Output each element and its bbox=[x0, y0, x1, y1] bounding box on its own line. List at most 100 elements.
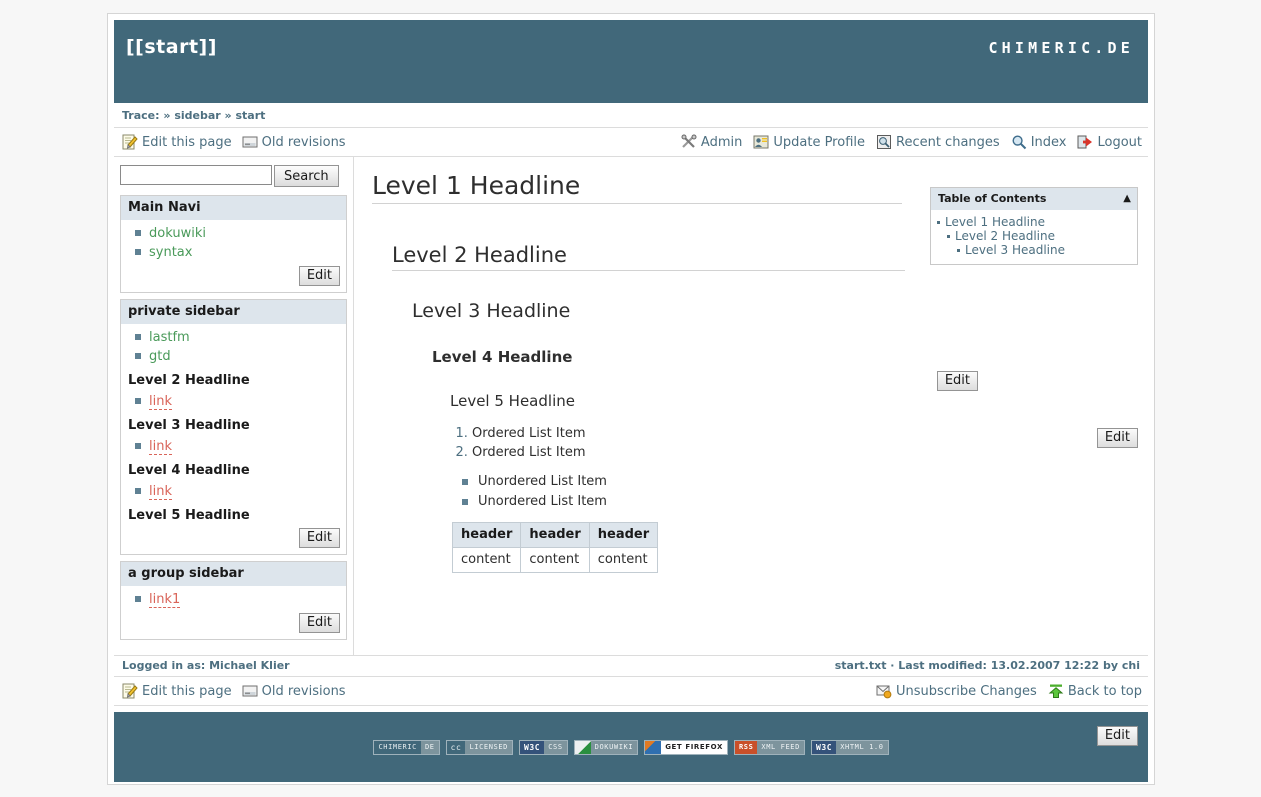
breadcrumb-separator-0: » bbox=[163, 109, 171, 122]
sidebar-edit-row-group: Edit bbox=[121, 609, 346, 635]
section-edit-button-2[interactable]: Edit bbox=[1096, 428, 1138, 448]
logout-link[interactable]: Logout bbox=[1077, 134, 1142, 150]
w3c-xhtml-badge-left: W3C bbox=[811, 740, 837, 754]
search-input[interactable] bbox=[120, 165, 272, 185]
edit-button-private-sidebar[interactable]: Edit bbox=[298, 528, 340, 548]
unsubscribe-changes-link[interactable]: Unsubscribe Changes bbox=[876, 683, 1037, 699]
section-edit-button-1[interactable]: Edit bbox=[936, 371, 978, 391]
headline-level-2: Level 2 Headline bbox=[392, 243, 905, 271]
table-header-row: header header header bbox=[451, 522, 659, 548]
w3c-css-badge-left: W3C bbox=[519, 740, 545, 754]
list-item: Ordered List Item bbox=[472, 443, 1136, 462]
sidebar-link-list-level-3: link bbox=[121, 437, 346, 456]
edit-page-icon bbox=[122, 683, 138, 699]
sidebar-box-group-sidebar: a group sidebar link1 Edit bbox=[120, 561, 347, 640]
unsubscribe-mail-icon bbox=[876, 683, 892, 699]
footer-badge-band: CHIMERIC DE cc LICENSED W3C CSS DOKUWIKI… bbox=[114, 712, 1148, 782]
rss-xml-feed-badge-left: RSS bbox=[734, 740, 758, 754]
edit-this-page-link-bottom[interactable]: Edit this page bbox=[122, 683, 232, 699]
list-item: Unordered List Item bbox=[462, 472, 1136, 492]
rss-xml-feed-badge[interactable]: RSS XML FEED bbox=[733, 739, 805, 755]
recent-changes-icon bbox=[876, 134, 892, 150]
sidebar-link-syntax[interactable]: syntax bbox=[149, 245, 192, 260]
chimeric-de-badge-left: CHIMERIC bbox=[374, 740, 421, 754]
list-item: lastfm bbox=[135, 328, 346, 347]
edit-this-page-label-top: Edit this page bbox=[142, 134, 232, 150]
get-firefox-badge-right: GET FIREFOX bbox=[661, 740, 727, 754]
edit-this-page-link-top[interactable]: Edit this page bbox=[122, 134, 232, 150]
unordered-list: Unordered List Item Unordered List Item bbox=[462, 472, 1136, 512]
dokuwiki-logo-icon bbox=[574, 740, 591, 754]
toc-list: Level 1 Headline Level 2 Headline Level … bbox=[937, 216, 1131, 257]
table-of-contents: Table of Contents ▲ Level 1 Headline Lev… bbox=[930, 187, 1138, 265]
rss-xml-feed-badge-right: XML FEED bbox=[757, 740, 804, 754]
sidebar-link-level-2[interactable]: link bbox=[149, 394, 172, 410]
admin-link[interactable]: Admin bbox=[681, 134, 742, 150]
unsubscribe-changes-label: Unsubscribe Changes bbox=[895, 683, 1037, 699]
breadcrumb-separator-1: » bbox=[224, 109, 232, 122]
dokuwiki-badge[interactable]: DOKUWIKI bbox=[573, 739, 639, 755]
logout-label: Logout bbox=[1097, 134, 1142, 150]
list-item: link bbox=[135, 392, 346, 411]
w3c-css-badge-right: CSS bbox=[544, 740, 567, 754]
sidebar-link-level-3[interactable]: link bbox=[149, 439, 172, 455]
toc-header[interactable]: Table of Contents ▲ bbox=[931, 188, 1137, 210]
back-to-top-link[interactable]: Back to top bbox=[1048, 683, 1142, 699]
chimeric-de-badge-right: DE bbox=[420, 740, 439, 754]
chevron-up-icon[interactable]: ▲ bbox=[1123, 193, 1131, 204]
top-action-bar: Edit this page Old revisions Admin Updat… bbox=[114, 128, 1148, 157]
list-item: link bbox=[135, 437, 346, 456]
sidebar-link-dokuwiki[interactable]: dokuwiki bbox=[149, 226, 206, 241]
sidebar-link-level-4[interactable]: link bbox=[149, 484, 172, 500]
sidebar-link-list-private: lastfm gtd bbox=[121, 328, 346, 366]
index-link[interactable]: Index bbox=[1011, 134, 1066, 150]
w3c-xhtml-badge[interactable]: W3C XHTML 1.0 bbox=[810, 739, 889, 755]
cc-licensed-badge[interactable]: cc LICENSED bbox=[445, 739, 513, 755]
old-revisions-link-top[interactable]: Old revisions bbox=[242, 134, 346, 150]
toc-link-level-2[interactable]: Level 2 Headline bbox=[955, 229, 1055, 243]
get-firefox-badge[interactable]: GET FIREFOX bbox=[644, 739, 728, 755]
breadcrumb-item-sidebar[interactable]: sidebar bbox=[174, 109, 220, 122]
sidebar-link-lastfm[interactable]: lastfm bbox=[149, 330, 190, 345]
recent-changes-link[interactable]: Recent changes bbox=[876, 134, 1000, 150]
breadcrumb-label: Trace: bbox=[122, 109, 160, 122]
search-button[interactable]: Search bbox=[274, 165, 339, 187]
site-logo: CHIMERIC.DE bbox=[988, 39, 1134, 57]
admin-label: Admin bbox=[700, 134, 743, 150]
edit-this-page-label-bottom: Edit this page bbox=[142, 683, 232, 699]
toc-body: Level 1 Headline Level 2 Headline Level … bbox=[931, 210, 1137, 264]
table-cell: content bbox=[588, 547, 659, 573]
sidebar-heading-level-5: Level 5 Headline bbox=[128, 508, 250, 523]
edit-button-group-sidebar[interactable]: Edit bbox=[298, 613, 340, 633]
w3c-css-badge[interactable]: W3C CSS bbox=[518, 739, 568, 755]
edit-button-main-navi[interactable]: Edit bbox=[298, 266, 340, 286]
update-profile-icon bbox=[753, 134, 769, 150]
chimeric-de-badge[interactable]: CHIMERIC DE bbox=[373, 739, 440, 755]
sidebar-link-list-level-4: link bbox=[121, 482, 346, 501]
page-title: [[start]] bbox=[126, 36, 217, 58]
sidebar-box-main-navi: Main Navi dokuwiki syntax Edit bbox=[120, 195, 347, 293]
wiki-page-frame: [[start]] CHIMERIC.DE Trace: » sidebar »… bbox=[107, 13, 1155, 785]
bottom-action-bar: Edit this page Old revisions Unsubscribe… bbox=[114, 677, 1148, 706]
search-form: Search bbox=[120, 165, 347, 187]
content-table: header header header content content con… bbox=[451, 522, 659, 573]
table-cell: content bbox=[520, 547, 590, 573]
page-meta-bar: Logged in as: Michael Klier start.txt · … bbox=[114, 655, 1148, 677]
list-item: link bbox=[135, 482, 346, 501]
sidebar-link-link1[interactable]: link1 bbox=[149, 592, 181, 608]
dokuwiki-badge-right: DOKUWIKI bbox=[590, 740, 638, 754]
table-row: content content content bbox=[451, 547, 659, 573]
back-to-top-icon bbox=[1048, 683, 1064, 699]
index-magnifier-icon bbox=[1011, 134, 1027, 150]
update-profile-link[interactable]: Update Profile bbox=[753, 134, 865, 150]
sidebar-link-gtd[interactable]: gtd bbox=[149, 349, 171, 364]
section-edit-button-3[interactable]: Edit bbox=[1096, 726, 1138, 746]
toc-link-level-3[interactable]: Level 3 Headline bbox=[965, 243, 1065, 257]
w3c-xhtml-badge-right: XHTML 1.0 bbox=[836, 740, 888, 754]
admin-tools-icon bbox=[681, 134, 697, 150]
old-revisions-label-bottom: Old revisions bbox=[261, 683, 346, 699]
toc-link-level-1[interactable]: Level 1 Headline bbox=[945, 215, 1045, 229]
old-revisions-link-bottom[interactable]: Old revisions bbox=[242, 683, 346, 699]
breadcrumb-item-start[interactable]: start bbox=[236, 109, 266, 122]
sidebar-heading-level-2: Level 2 Headline bbox=[128, 373, 250, 388]
